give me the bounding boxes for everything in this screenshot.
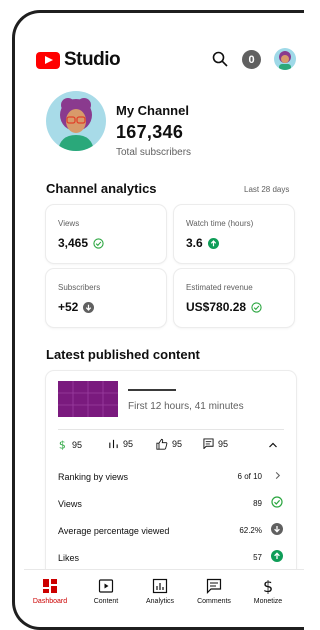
phone-frame: Studio 0 My Channel 167,346 Total subscr… [12,10,304,630]
views-stat: 95 [108,438,133,449]
chevron-right-icon [270,468,284,482]
card-value: 3,465 [58,236,89,250]
arrow-down-circle-icon [270,522,284,536]
performance-duration: First 12 hours, 41 minutes [128,401,244,412]
comment-icon [203,438,214,449]
list-item[interactable]: Ranking by views 6 of 10 [58,463,284,490]
comments-stat: 95 [203,438,228,449]
card-value: +52 [58,300,79,314]
stat-value: 95 [72,439,83,450]
metric-value: 6 of 10 [237,472,262,481]
stat-value: 95 [123,438,134,449]
dashboard-icon [43,579,57,593]
notifications-badge[interactable]: 0 [242,50,261,69]
subscribers-card[interactable]: Subscribers +52 [46,269,166,327]
metric-value: 57 [253,553,262,562]
card-value-row: 3.6 [186,236,219,250]
metric-value: 62.2% [239,526,262,535]
subscriber-label: Total subscribers [116,147,192,158]
card-value: 3.6 [186,236,203,250]
channel-name: My Channel [116,103,189,118]
video-stats-row: $ 95 95 95 95 [58,429,284,454]
tab-label: Comments [197,598,231,605]
svg-text:$: $ [59,439,66,451]
studio-logo[interactable]: Studio [36,49,121,71]
views-card[interactable]: Views 3,465 [46,205,166,263]
bar-chart-icon [109,439,118,449]
video-title-placeholder [128,389,176,391]
metric-value: 89 [253,499,262,508]
channel-analytics-title: Channel analytics [46,181,157,196]
card-value-row: +52 [58,300,95,314]
check-circle-icon [251,301,262,313]
screen: Studio 0 My Channel 167,346 Total subscr… [24,13,304,627]
avatar-illustration-icon [279,51,291,70]
channel-avatar[interactable] [46,91,106,151]
dollar-icon: $ [59,439,66,451]
arrow-up-circle-icon [207,237,219,249]
monetize-icon: $ [263,578,273,594]
analytics-range: Last 28 days [244,185,290,194]
account-avatar[interactable] [274,48,296,70]
tab-label: Analytics [145,598,174,605]
revenue-card[interactable]: Estimated revenue US$780.28 [174,269,294,327]
thumbs-up-icon [156,438,168,450]
list-item: Likes 57 [58,544,284,571]
logo-text: Studio [64,49,121,70]
analytics-icon [152,578,168,594]
content-icon [98,579,114,593]
svg-text:$: $ [263,578,273,594]
metric-label: Views [58,499,82,509]
tab-label: Dashboard [32,598,68,605]
list-item: Views 89 [58,490,284,517]
revenue-stat: $ 95 [58,438,82,451]
youtube-play-icon [36,51,60,69]
card-value-row: 3,465 [58,236,104,250]
check-circle-icon [270,495,284,509]
metric-label: Likes [58,553,80,563]
latest-content-title: Latest published content [46,347,200,362]
thumbnail-grid-icon [58,381,118,417]
card-label: Estimated revenue [186,283,253,292]
card-label: Subscribers [58,283,101,292]
subscriber-count: 167,346 [116,122,184,142]
metric-label: Ranking by views [58,472,129,482]
metric-label: Average percentage viewed [58,526,170,536]
arrow-down-circle-icon [83,301,95,313]
tab-label: Content [93,598,119,605]
arrow-up-circle-icon [270,549,284,563]
search-icon[interactable] [212,51,228,67]
comments-icon [206,578,222,594]
check-circle-icon [93,237,104,249]
list-item: Average percentage viewed 62.2% [58,517,284,544]
channel-avatar-illustration-icon [58,98,94,151]
stat-value: 95 [218,438,229,449]
tab-label: Monetize [253,598,283,605]
video-thumbnail[interactable] [58,381,118,417]
stat-value: 95 [172,439,183,449]
card-label: Watch time (hours) [186,219,254,228]
chevron-up-icon[interactable] [268,440,278,450]
video-metrics-list: Ranking by views 6 of 10 Views 89 Averag… [58,463,284,571]
card-value-row: US$780.28 [186,300,262,314]
card-value: US$780.28 [186,300,247,314]
bottom-navigation: Dashboard Content Analytics Comments $ M… [24,569,304,614]
likes-stat: 95 [156,438,182,450]
card-label: Views [58,219,80,228]
watch-time-card[interactable]: Watch time (hours) 3.6 [174,205,294,263]
latest-content-card[interactable]: First 12 hours, 41 minutes $ 95 95 95 95 [46,371,296,591]
